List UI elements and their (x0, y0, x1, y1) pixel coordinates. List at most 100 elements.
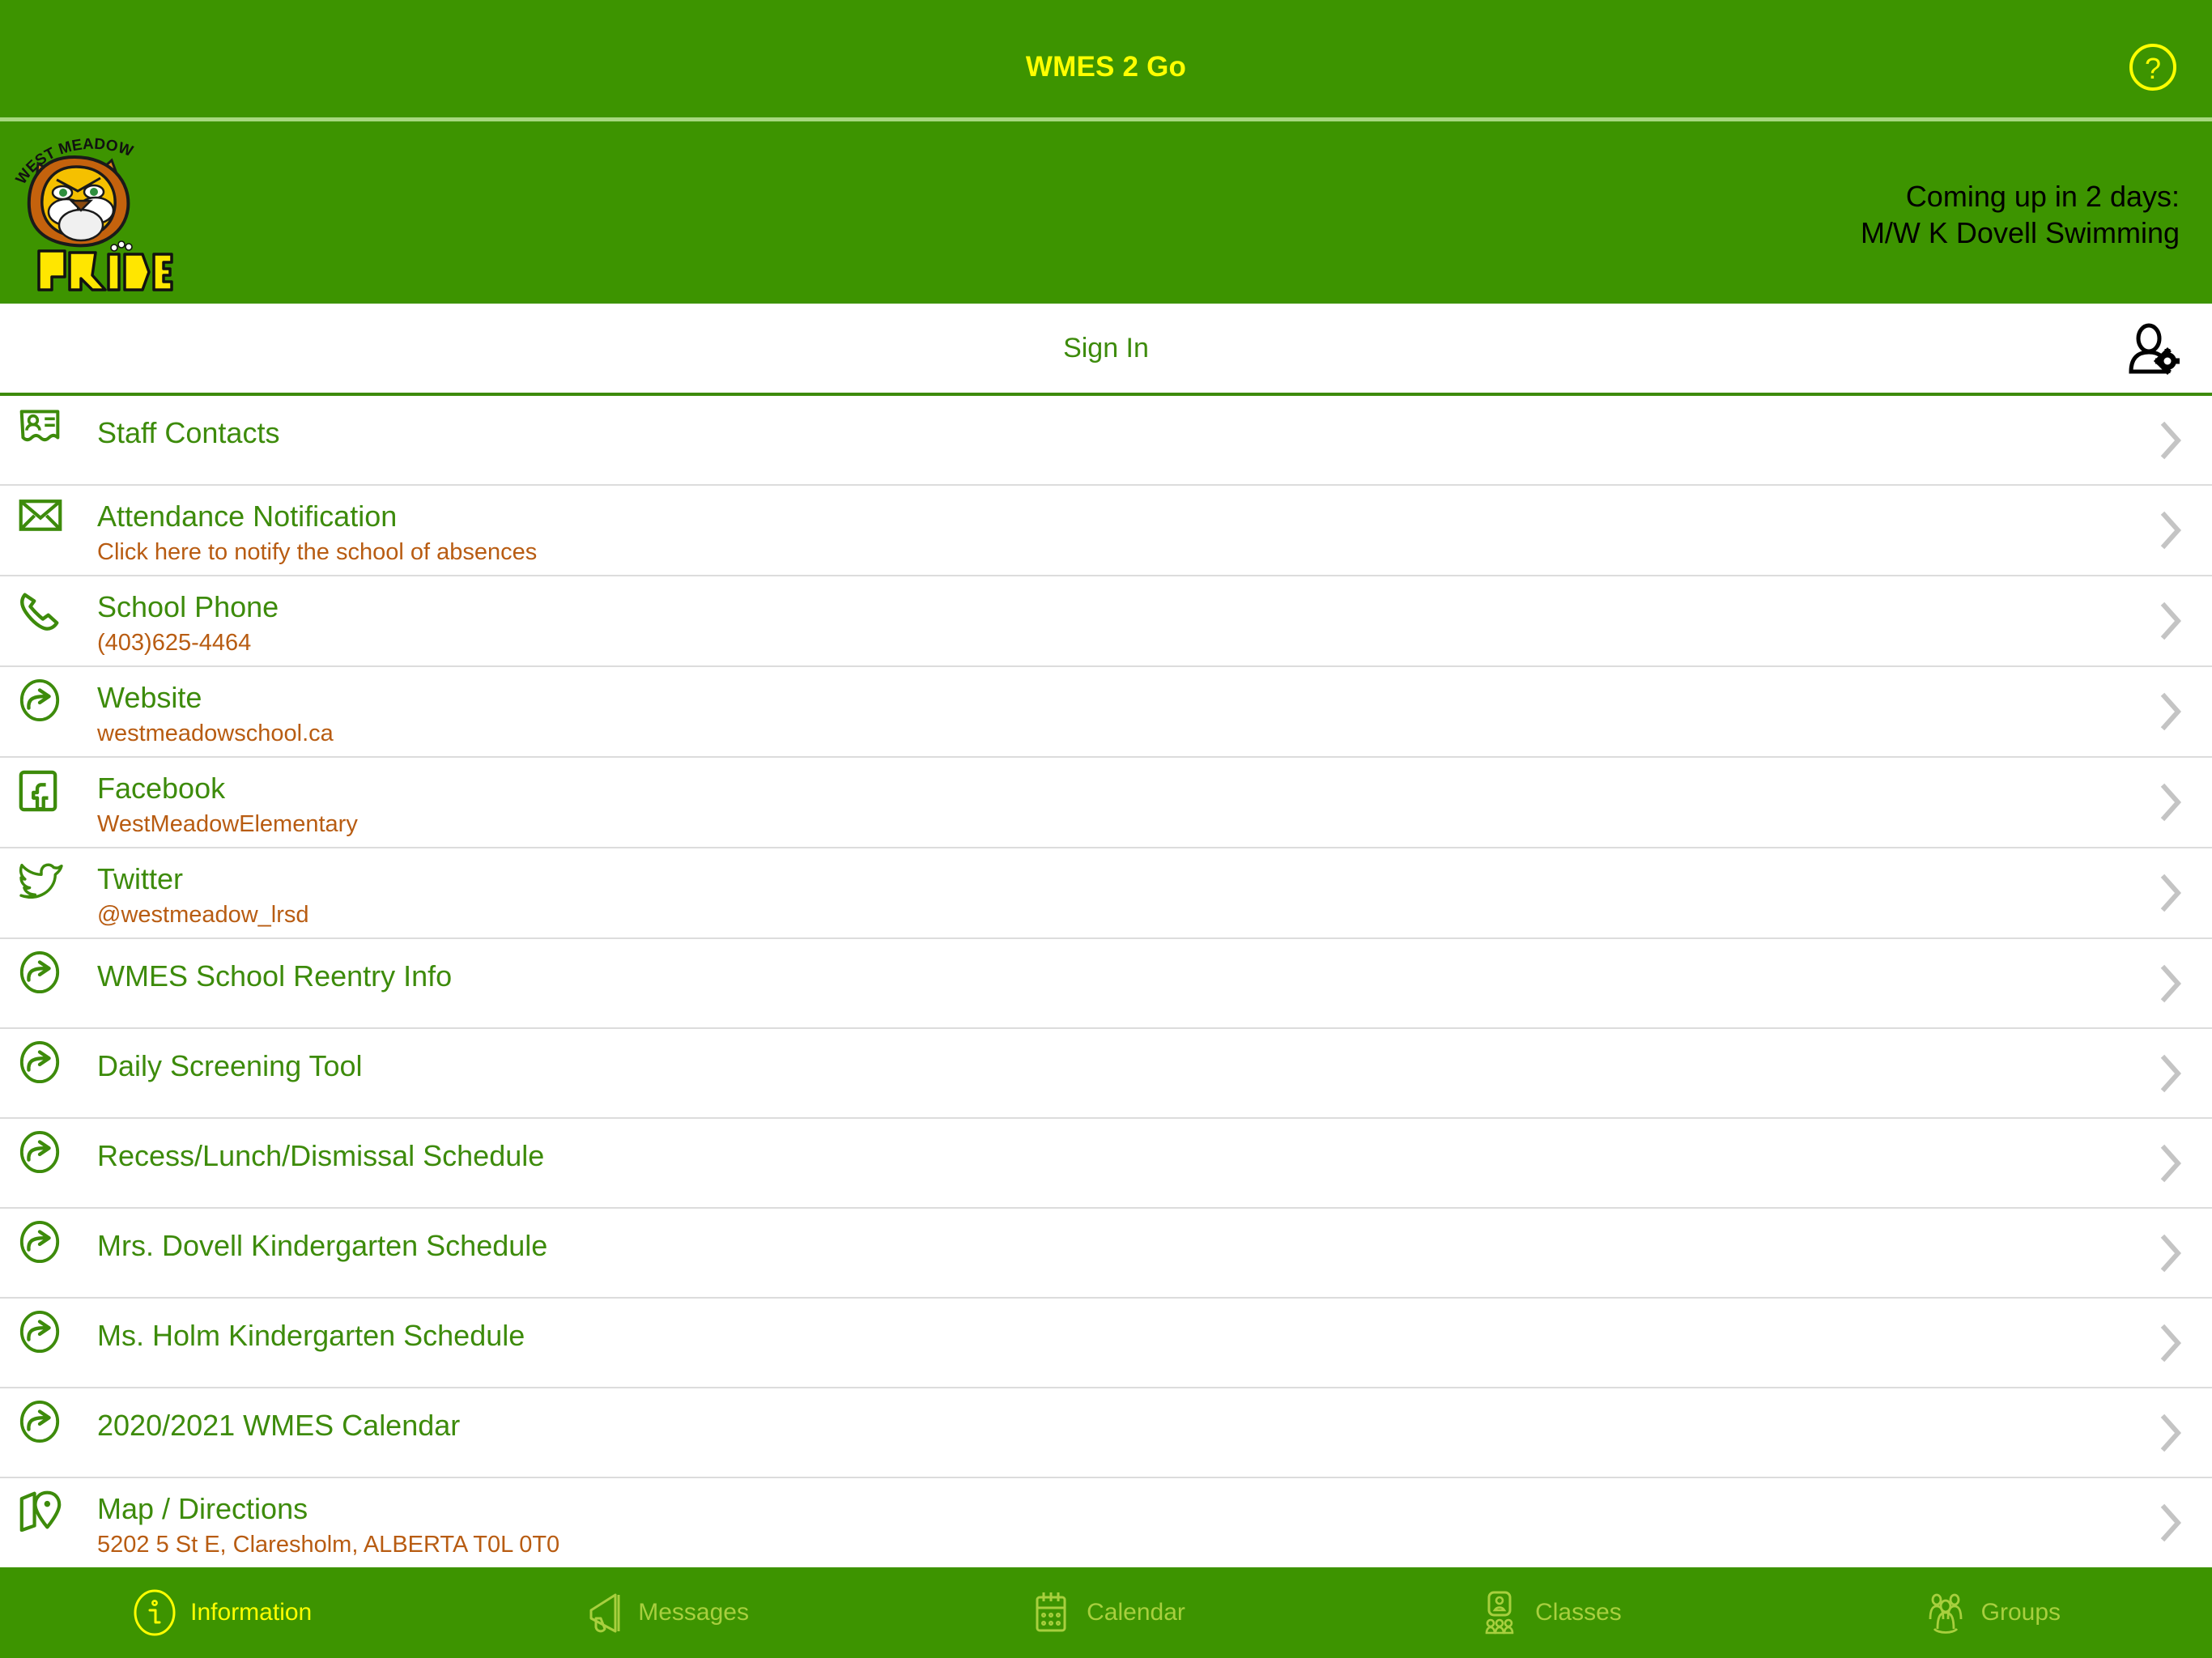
tab-groups[interactable]: Groups (1770, 1567, 2212, 1658)
list-item-title: Recess/Lunch/Dismissal Schedule (97, 1139, 545, 1172)
external-link-icon (19, 1220, 60, 1264)
list-item-title: Twitter (97, 862, 184, 895)
tab-label: Messages (638, 1599, 749, 1626)
upcoming-event-when: Coming up in 2 days: (1905, 180, 2180, 213)
row-text: Website westmeadowschool.ca (97, 667, 2212, 749)
lion-mascot-logo-icon: WEST MEADOW (13, 136, 173, 291)
row-icon (0, 939, 97, 994)
chevron-right-icon (2160, 964, 2182, 1002)
account-settings-button[interactable] (2121, 323, 2181, 376)
page-title: WMES 2 Go (1025, 51, 1187, 83)
row-icon (0, 576, 97, 631)
row-text: Daily Screening Tool (97, 1029, 2212, 1082)
row-text: Twitter @westmeadow_lrsd (97, 848, 2212, 930)
chevron-right-icon (2160, 421, 2182, 459)
list-item-title: Daily Screening Tool (97, 1049, 363, 1082)
list-item-subtitle: westmeadowschool.ca (97, 721, 334, 747)
row-icon (0, 1478, 97, 1532)
calendar-icon (1036, 1592, 1066, 1632)
question-mark-circle-icon: ? (2129, 44, 2176, 91)
list-item[interactable]: WMES School Reentry Info (0, 939, 2212, 1029)
list-item-title: WMES School Reentry Info (97, 959, 453, 993)
facebook-icon (19, 770, 57, 812)
chevron-right-icon (2160, 1234, 2182, 1272)
row-icon (0, 848, 97, 899)
row-text: Recess/Lunch/Dismissal Schedule (97, 1119, 2212, 1172)
row-text: Ms. Holm Kindergarten Schedule (97, 1299, 2212, 1352)
map-pin-icon (19, 1490, 62, 1532)
bottom-tab-bar: Information Messages Calendar Classes Gr… (0, 1567, 2212, 1658)
list-item[interactable]: Daily Screening Tool (0, 1029, 2212, 1119)
list-item[interactable]: 2020/2021 WMES Calendar (0, 1388, 2212, 1478)
list-item-title: Map / Directions (97, 1492, 308, 1525)
tab-label: Calendar (1087, 1599, 1185, 1626)
row-icon (0, 1029, 97, 1084)
chevron-right-icon (2160, 602, 2182, 640)
chevron-right-icon (2160, 1144, 2182, 1182)
list-item-title: 2020/2021 WMES Calendar (97, 1409, 461, 1442)
row-text: 2020/2021 WMES Calendar (97, 1388, 2212, 1442)
chevron-right-icon (2160, 511, 2182, 550)
tab-calendar[interactable]: Calendar (885, 1567, 1327, 1658)
groups-people-icon (1929, 1593, 1963, 1634)
row-icon (0, 667, 97, 722)
list-item-title: Attendance Notification (97, 500, 398, 533)
list-item[interactable]: Staff Contacts (0, 396, 2212, 486)
chevron-right-icon (2160, 1503, 2182, 1542)
row-text: Mrs. Dovell Kindergarten Schedule (97, 1209, 2212, 1262)
tab-messages[interactable]: Messages (442, 1567, 884, 1658)
list-item-title: Mrs. Dovell Kindergarten Schedule (97, 1229, 548, 1262)
external-link-icon (19, 1130, 60, 1174)
list-item[interactable]: Map / Directions 5202 5 St E, Claresholm… (0, 1478, 2212, 1567)
sign-in-bar: Sign In (0, 304, 2212, 394)
list-item[interactable]: Recess/Lunch/Dismissal Schedule (0, 1119, 2212, 1209)
row-icon (0, 758, 97, 813)
list-item[interactable]: Mrs. Dovell Kindergarten Schedule (0, 1209, 2212, 1299)
tab-information[interactable]: Information (0, 1567, 442, 1658)
contact-card-icon (19, 410, 60, 442)
list-item-title: Staff Contacts (97, 416, 280, 449)
list-item[interactable]: Facebook WestMeadowElementary (0, 758, 2212, 848)
list-item[interactable]: Attendance Notification Click here to no… (0, 486, 2212, 576)
external-link-icon (19, 678, 60, 722)
title-bar: WMES 2 Go ? (0, 0, 2212, 117)
help-button[interactable]: ? (2128, 42, 2178, 92)
list-item[interactable]: Ms. Holm Kindergarten Schedule (0, 1299, 2212, 1388)
row-text: School Phone (403)625-4464 (97, 576, 2212, 658)
external-link-icon (19, 1040, 60, 1084)
list-item-subtitle: @westmeadow_lrsd (97, 902, 309, 929)
sign-in-button[interactable]: Sign In (0, 333, 2212, 364)
list-item[interactable]: Twitter @westmeadow_lrsd (0, 848, 2212, 939)
chevron-right-icon (2160, 692, 2182, 731)
chevron-right-icon (2160, 1414, 2182, 1452)
row-text: Map / Directions 5202 5 St E, Claresholm… (97, 1478, 2212, 1560)
list-item-title: Website (97, 681, 202, 714)
classes-people-icon (1485, 1591, 1514, 1635)
chevron-right-icon (2160, 874, 2182, 912)
user-settings-icon (2129, 323, 2180, 375)
list-item-subtitle: Click here to notify the school of absen… (97, 539, 538, 566)
row-text: WMES School Reentry Info (97, 939, 2212, 993)
external-link-icon (19, 950, 60, 994)
list-item-title: Ms. Holm Kindergarten Schedule (97, 1319, 525, 1352)
row-text: Staff Contacts (97, 396, 2212, 449)
megaphone-icon (589, 1593, 620, 1633)
row-icon (0, 1388, 97, 1443)
tab-label: Information (190, 1599, 313, 1626)
list-item[interactable]: School Phone (403)625-4464 (0, 576, 2212, 667)
phone-icon (20, 593, 59, 631)
row-text: Facebook WestMeadowElementary (97, 758, 2212, 840)
school-logo: WEST MEADOW (11, 128, 173, 298)
list-item-title: Facebook (97, 772, 226, 805)
chevron-right-icon (2160, 1324, 2182, 1362)
envelope-icon (19, 500, 62, 531)
list-item-subtitle: 5202 5 St E, Claresholm, ALBERTA T0L 0T0 (97, 1532, 560, 1558)
list-item-subtitle: WestMeadowElementary (97, 811, 358, 838)
school-banner: WEST MEADOW Coming up in 2 days: M/W K D… (0, 121, 2212, 304)
row-text: Attendance Notification Click here to no… (97, 486, 2212, 568)
information-list: Staff Contacts Attendance Notification C… (0, 396, 2212, 1567)
row-icon (0, 486, 97, 533)
list-item[interactable]: Website westmeadowschool.ca (0, 667, 2212, 758)
tab-classes[interactable]: Classes (1327, 1567, 1769, 1658)
chevron-right-icon (2160, 1054, 2182, 1092)
